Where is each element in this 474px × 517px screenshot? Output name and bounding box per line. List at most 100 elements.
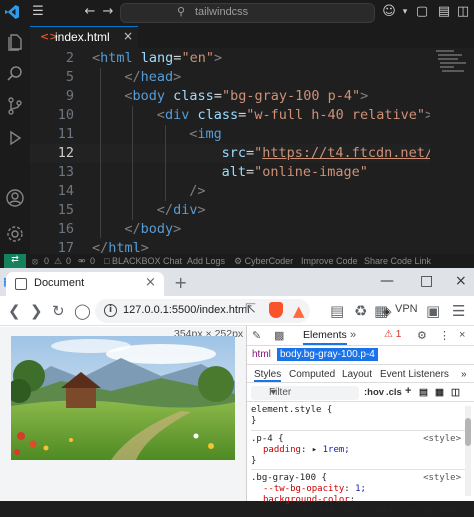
code-line[interactable]: 12 src="https://t4.ftcdn.net/jpg/09/02/	[30, 144, 430, 163]
layout-icon[interactable]: ▢	[414, 4, 430, 20]
share-icon[interactable]: ⇱	[245, 302, 256, 317]
devtools-settings-icon[interactable]: ⚙	[417, 329, 427, 342]
more-tabs-icon[interactable]: »	[350, 329, 356, 341]
element-style-rule[interactable]: element.style {	[251, 405, 332, 416]
code-line[interactable]: 13 alt="online-image"	[30, 163, 430, 182]
cls-toggle[interactable]: .cls	[386, 387, 402, 398]
code-line[interactable]: 15 </div>	[30, 201, 430, 220]
vpn-button[interactable]: VPN	[395, 303, 418, 315]
code-line[interactable]: 2 <html lang="en">	[30, 49, 430, 68]
tab-computed[interactable]: Computed	[289, 369, 335, 380]
inspect-element-icon[interactable]: ✎	[252, 329, 261, 342]
remote-indicator[interactable]: ⇄	[4, 254, 26, 268]
sidebar-panel-icon[interactable]: ▤	[330, 302, 344, 320]
tab-styles[interactable]: Styles	[254, 369, 282, 382]
code-line[interactable]: 5 </head>	[30, 68, 430, 87]
problems-count-b[interactable]: 0	[66, 256, 71, 266]
online-image[interactable]	[11, 336, 235, 460]
source-control-icon[interactable]	[5, 96, 25, 116]
scroll-thumb[interactable]	[465, 418, 471, 446]
close-icon[interactable]: ×	[123, 29, 133, 43]
improve-code-item[interactable]: Improve Code	[301, 256, 358, 266]
code-text: alt="online-image"	[221, 164, 368, 180]
code-line[interactable]: 17 </html>	[30, 239, 430, 254]
close-tab-icon[interactable]: ×	[145, 275, 156, 290]
share-code-link-item[interactable]: Share Code Link	[364, 256, 431, 266]
tab-index-html[interactable]: <> index.html ×	[30, 26, 138, 48]
run-debug-icon[interactable]	[5, 128, 25, 148]
search-sidebar-icon[interactable]	[5, 64, 25, 84]
p4-declaration[interactable]: padding: ▸ 1rem;	[263, 445, 350, 456]
back-arrow-icon[interactable]: ←	[82, 4, 98, 20]
tab-event-listeners[interactable]: Event Listeners	[380, 369, 449, 380]
device-toolbar-icon[interactable]: ▩	[274, 329, 284, 342]
new-rule-button[interactable]: +	[405, 385, 411, 397]
bg-opacity-declaration[interactable]: --tw-bg-opacity: 1;	[263, 484, 366, 495]
code-line[interactable]: 16 </body>	[30, 220, 430, 239]
code-text: </div>	[156, 202, 206, 218]
explorer-icon[interactable]	[5, 32, 25, 52]
code-text: <html lang="en">	[92, 50, 223, 66]
browser-menu-icon[interactable]: ☰	[452, 302, 465, 320]
code-line[interactable]: 11 <img	[30, 125, 430, 144]
extensions-icon[interactable]: ♻	[354, 302, 367, 320]
forward-icon[interactable]: ❯	[30, 302, 43, 320]
ports-icon[interactable]: ⚮	[78, 256, 86, 267]
element-state-icon[interactable]: ▤	[419, 387, 428, 398]
cybercoder-item[interactable]: ⚙ CyberCoder	[234, 256, 293, 267]
settings-gear-icon[interactable]	[5, 224, 25, 244]
back-icon[interactable]: ❮	[8, 302, 21, 320]
minimize-icon[interactable]: —	[380, 273, 394, 289]
sidebar-toggle-icon-dt[interactable]: ◫	[451, 387, 460, 398]
crumb-body[interactable]: body.bg-gray-100.p-4	[277, 348, 378, 361]
code-editor[interactable]: 2 <html lang="en"> 5 </head> 9 <body class="b…	[30, 48, 430, 254]
more-subtabs-icon[interactable]: »	[461, 369, 467, 380]
panel-icon[interactable]: ▤	[436, 4, 452, 20]
blackbox-chat-item[interactable]: □ BLACKBOX Chat	[104, 256, 182, 266]
forward-arrow-icon[interactable]: →	[100, 4, 116, 20]
site-info-icon[interactable]: i	[104, 304, 117, 317]
code-line[interactable]: 14 />	[30, 182, 430, 201]
warning-icon[interactable]: ⚠	[54, 256, 62, 267]
add-logs-item[interactable]: Add Logs	[187, 256, 225, 266]
crumb-html[interactable]: html	[252, 349, 271, 360]
styles-filter-input[interactable]: ▼ Filter	[251, 386, 359, 400]
devtools-close-icon[interactable]: ×	[459, 329, 465, 341]
p4-selector[interactable]: .p-4 {	[251, 434, 284, 445]
reload-icon[interactable]: ↻	[52, 302, 65, 320]
bg-selector[interactable]: .bg-gray-100 {	[251, 473, 327, 484]
bg-source-link[interactable]: <style>	[423, 473, 461, 484]
problems-count-a[interactable]: 0	[44, 256, 49, 266]
brave-shields-icon[interactable]	[269, 302, 283, 318]
error-icon[interactable]: ⦻	[32, 256, 38, 267]
code-line[interactable]: 9 <body class="bg-gray-100 p-4">	[30, 87, 430, 106]
p4-source-link[interactable]: <style>	[423, 434, 461, 445]
new-tab-button[interactable]: +	[174, 273, 187, 292]
styles-scrollbar[interactable]	[465, 406, 471, 496]
command-center-search[interactable]: ⚲ tailwindcss	[120, 3, 375, 23]
rule-separator	[251, 430, 465, 431]
devtools-menu-icon[interactable]: ⋮	[439, 329, 450, 342]
warnings-count[interactable]: 0	[90, 256, 95, 266]
code-line[interactable]: 10 <div class="w-full h-40 relative">	[30, 106, 430, 125]
error-badge[interactable]: ⚠ 1	[384, 329, 401, 340]
bookmark-icon[interactable]: ◯	[74, 302, 91, 320]
window-close-icon[interactable]: ×	[455, 273, 467, 289]
browser-tab-document[interactable]: Document ×	[6, 272, 164, 296]
tab-elements[interactable]: Elements	[303, 329, 347, 345]
code-text: </html>	[92, 240, 149, 254]
brave-rewards-icon[interactable]: ▲	[293, 302, 305, 320]
menu-icon[interactable]: ☰	[30, 4, 46, 20]
hov-toggle[interactable]: :hov	[364, 387, 384, 398]
styles-filter-row: ▼ Filter :hov .cls + ▤ ▦ ◫	[247, 384, 474, 402]
account-icon[interactable]	[5, 188, 25, 208]
rule-separator-2	[251, 469, 465, 470]
chevron-down-icon[interactable]: ▾	[397, 4, 413, 20]
minimap[interactable]	[432, 48, 474, 254]
computed-toggle-icon[interactable]: ▦	[435, 387, 444, 398]
tab-layout[interactable]: Layout	[342, 369, 372, 380]
wallet-card-icon[interactable]: ▣	[426, 302, 440, 320]
sidebar-toggle-icon[interactable]: ◫	[455, 4, 471, 20]
copilot-icon[interactable]: ☺	[381, 4, 397, 20]
maximize-icon[interactable]: □	[420, 273, 433, 289]
